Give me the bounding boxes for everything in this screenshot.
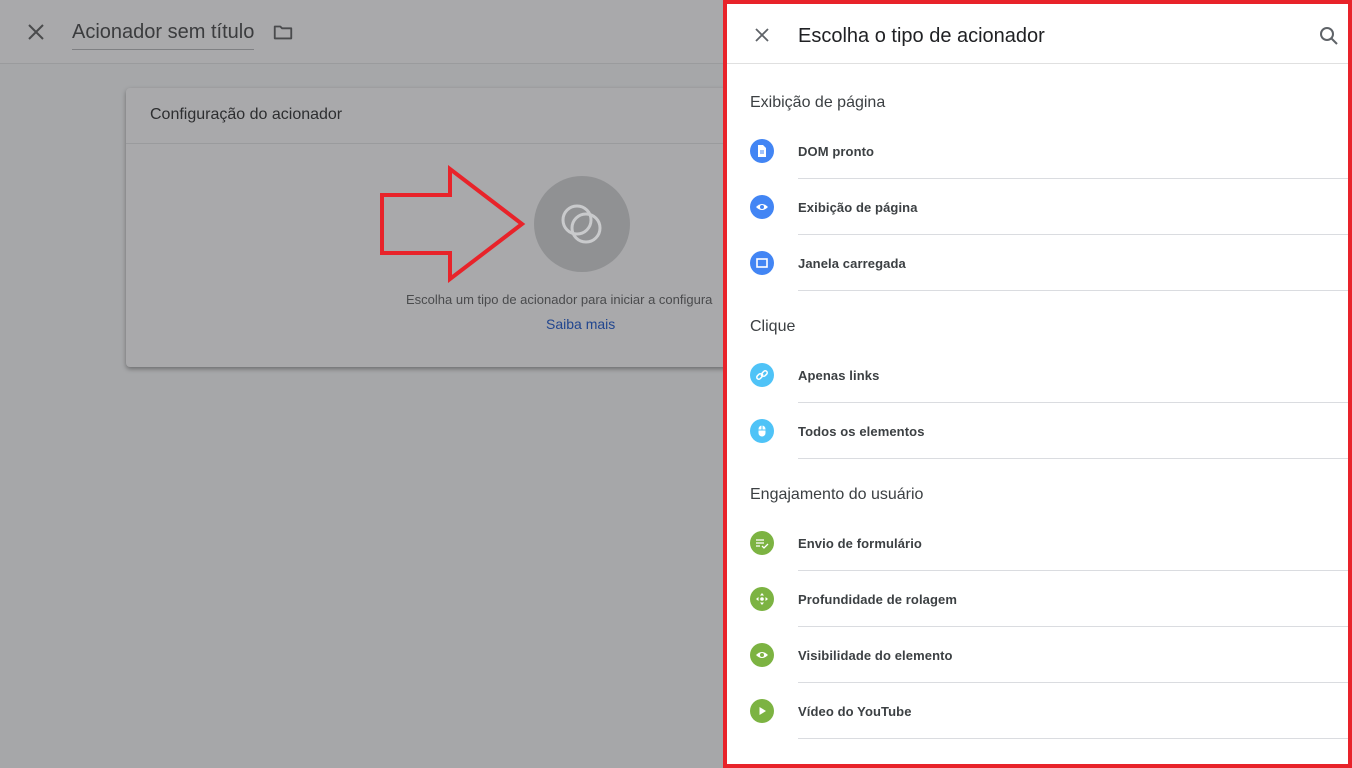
card-divider xyxy=(126,143,766,144)
trigger-item-label: Profundidade de rolagem xyxy=(798,592,958,607)
trigger-item-dom-ready[interactable]: DOM pronto xyxy=(750,123,1348,179)
close-icon[interactable] xyxy=(752,25,772,45)
scroll-icon xyxy=(750,587,774,611)
trigger-item-youtube-video[interactable]: Vídeo do YouTube xyxy=(750,683,1348,739)
close-icon[interactable] xyxy=(24,20,48,44)
trigger-item-just-links[interactable]: Apenas links xyxy=(750,347,1348,403)
trigger-type-icon xyxy=(561,204,602,244)
section-title-engagement: Engajamento do usuário xyxy=(750,486,924,503)
folder-icon[interactable] xyxy=(272,21,294,43)
trigger-item-scroll-depth[interactable]: Profundidade de rolagem xyxy=(750,571,1348,627)
trigger-item-form-submission[interactable]: Envio de formulário xyxy=(750,515,1348,571)
link-icon xyxy=(750,363,774,387)
play-icon xyxy=(750,699,774,723)
trigger-item-label: Apenas links xyxy=(798,368,880,383)
trigger-item-label: Vídeo do YouTube xyxy=(798,704,912,719)
trigger-placeholder-button[interactable] xyxy=(534,176,630,272)
trigger-item-element-visibility[interactable]: Visibilidade do elemento xyxy=(750,627,1348,683)
divider xyxy=(798,738,1348,739)
mouse-icon xyxy=(750,419,774,443)
red-arrow-annotation xyxy=(380,165,526,283)
trigger-item-window-loaded[interactable]: Janela carregada xyxy=(750,235,1348,291)
trigger-item-label: DOM pronto xyxy=(798,144,875,159)
trigger-item-label: Todos os elementos xyxy=(798,424,925,439)
trigger-item-label: Visibilidade do elemento xyxy=(798,648,953,663)
window-icon xyxy=(750,251,774,275)
divider xyxy=(798,290,1348,291)
panel-title: Escolha o tipo de acionador xyxy=(798,25,1045,47)
section-title-click: Clique xyxy=(750,318,796,335)
panel-header: Escolha o tipo de acionador xyxy=(727,4,1348,64)
card-title: Configuração do acionador xyxy=(150,106,343,123)
trigger-name-input[interactable]: Acionador sem título xyxy=(72,20,255,50)
form-icon xyxy=(750,531,774,555)
learn-more-link[interactable]: Saiba mais xyxy=(546,316,615,332)
eye-icon xyxy=(750,643,774,667)
document-icon xyxy=(750,139,774,163)
trigger-item-label: Janela carregada xyxy=(798,256,906,271)
section-title-page-view: Exibição de página xyxy=(750,94,886,111)
trigger-type-panel: Escolha o tipo de acionador Exibição de … xyxy=(723,0,1352,768)
trigger-item-label: Envio de formulário xyxy=(798,536,922,551)
card-instructions: Escolha um tipo de acionador para inicia… xyxy=(406,292,713,307)
trigger-item-all-elements[interactable]: Todos os elementos xyxy=(750,403,1348,459)
search-icon[interactable] xyxy=(1318,25,1340,47)
divider xyxy=(798,458,1348,459)
trigger-item-label: Exibição de página xyxy=(798,200,918,215)
eye-icon xyxy=(750,195,774,219)
trigger-item-page-view[interactable]: Exibição de página xyxy=(750,179,1348,235)
